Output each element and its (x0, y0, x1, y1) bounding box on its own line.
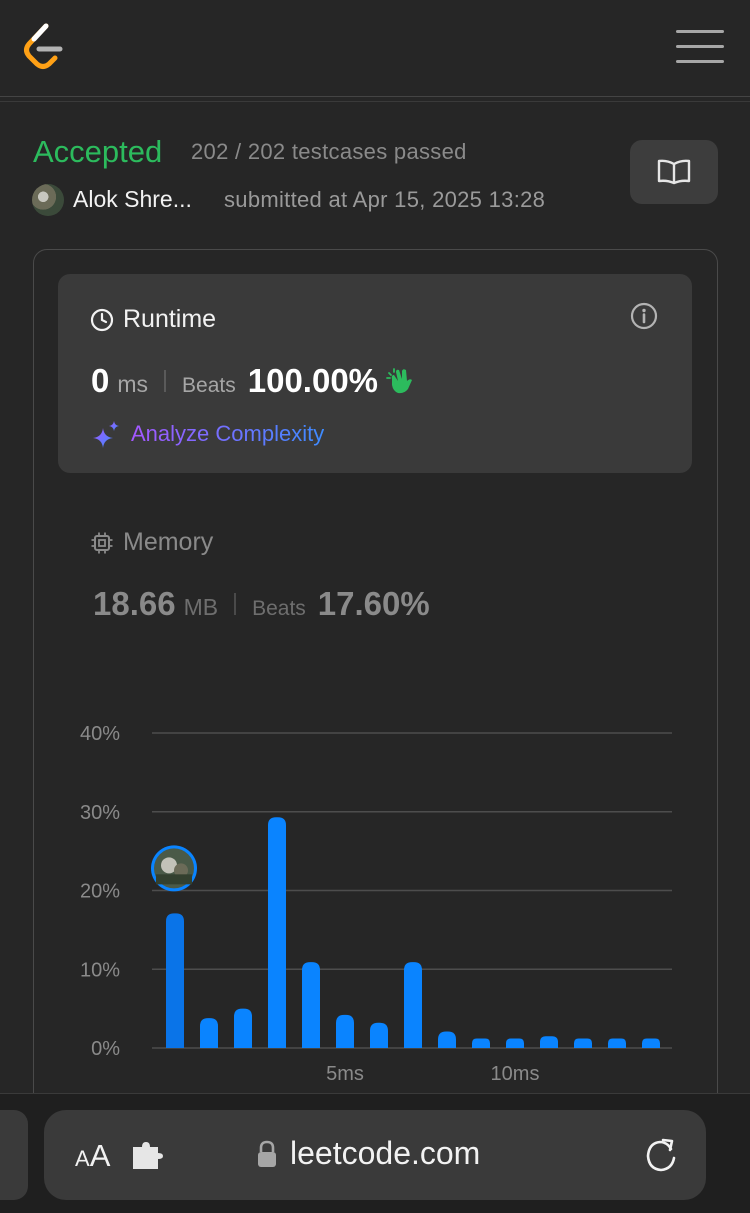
chart-bar[interactable] (370, 1022, 388, 1048)
submitted-at: submitted at Apr 15, 2025 13:28 (224, 187, 546, 212)
runtime-beats-value: 100.00% (247, 362, 379, 399)
chart-bar[interactable] (302, 962, 320, 1048)
runtime-header: Runtime (90, 305, 216, 334)
memory-header[interactable]: Memory (90, 528, 213, 557)
clapping-hands-icon (386, 368, 413, 394)
clock-icon (90, 308, 114, 331)
solution-button[interactable] (630, 140, 718, 204)
memory-values: 18.66 MB Beats 17.60% (93, 585, 430, 623)
chip-icon (91, 532, 113, 553)
chart-bar[interactable] (472, 1038, 490, 1048)
puzzle-icon[interactable] (132, 1141, 166, 1171)
memory-title: Memory (123, 528, 214, 556)
chart-bar[interactable] (642, 1038, 660, 1048)
runtime-card[interactable]: Runtime 0 ms Beats 100.00% Analyze Compl… (58, 274, 692, 473)
chart-bar[interactable] (506, 1038, 524, 1048)
chart-bar[interactable] (200, 1018, 218, 1048)
chart-bar[interactable] (574, 1038, 592, 1048)
memory-beats-value: 17.60% (317, 585, 430, 622)
hamburger-menu-icon[interactable] (676, 30, 724, 66)
chart-bar[interactable] (268, 817, 286, 1048)
leetcode-logo[interactable] (20, 22, 66, 72)
url-text: leetcode.com (290, 1135, 481, 1171)
chart-bar[interactable] (404, 962, 422, 1048)
y-tick-label: 20% (80, 881, 120, 903)
memory-beats-label: Beats (252, 597, 306, 620)
runtime-value: 0 (91, 362, 110, 399)
testcases-passed: 202 / 202 testcases passed (191, 139, 467, 164)
runtime-beats-label: Beats (182, 374, 236, 397)
y-tick-label: 10% (80, 959, 120, 981)
info-icon[interactable] (630, 302, 658, 330)
reader-settings-button[interactable]: AA (75, 1138, 110, 1174)
separator (164, 370, 167, 392)
chart-bar[interactable] (540, 1036, 558, 1048)
y-tick-label: 40% (80, 723, 120, 745)
lock-icon (258, 1140, 276, 1167)
y-tick-label: 0% (91, 1038, 120, 1060)
top-bar (0, 0, 750, 97)
runtime-unit: ms (117, 371, 149, 397)
separator (234, 593, 237, 615)
reload-icon[interactable] (644, 1137, 678, 1173)
chart-bar[interactable] (438, 1031, 456, 1048)
analyze-complexity-label: Analyze Complexity (131, 421, 325, 446)
x-tick-label: 10ms (491, 1063, 540, 1085)
avatar[interactable] (32, 184, 64, 216)
submission-status: Accepted (33, 134, 163, 169)
chart-bar[interactable] (336, 1014, 354, 1048)
runtime-title: Runtime (123, 305, 217, 333)
runtime-distribution-chart[interactable]: 0% 10% 20% 30% 40% 5ms 10ms (60, 700, 700, 1100)
memory-value: 18.66 (93, 585, 176, 622)
chart-bar[interactable] (166, 913, 184, 1048)
user-avatar-marker[interactable] (151, 845, 197, 892)
chart-bar[interactable] (234, 1008, 252, 1048)
y-tick-label: 30% (80, 802, 120, 824)
previous-tab[interactable] (0, 1110, 28, 1200)
book-open-icon (657, 159, 691, 185)
divider (0, 101, 750, 102)
x-tick-label: 5ms (326, 1063, 364, 1085)
runtime-values: 0 ms Beats 100.00% (91, 362, 416, 400)
analyze-complexity-link[interactable]: Analyze Complexity (91, 420, 324, 448)
chart-bar[interactable] (608, 1038, 626, 1048)
username[interactable]: Alok Shre... (73, 186, 209, 213)
sparkle-icon (93, 421, 119, 448)
memory-unit: MB (183, 594, 219, 620)
